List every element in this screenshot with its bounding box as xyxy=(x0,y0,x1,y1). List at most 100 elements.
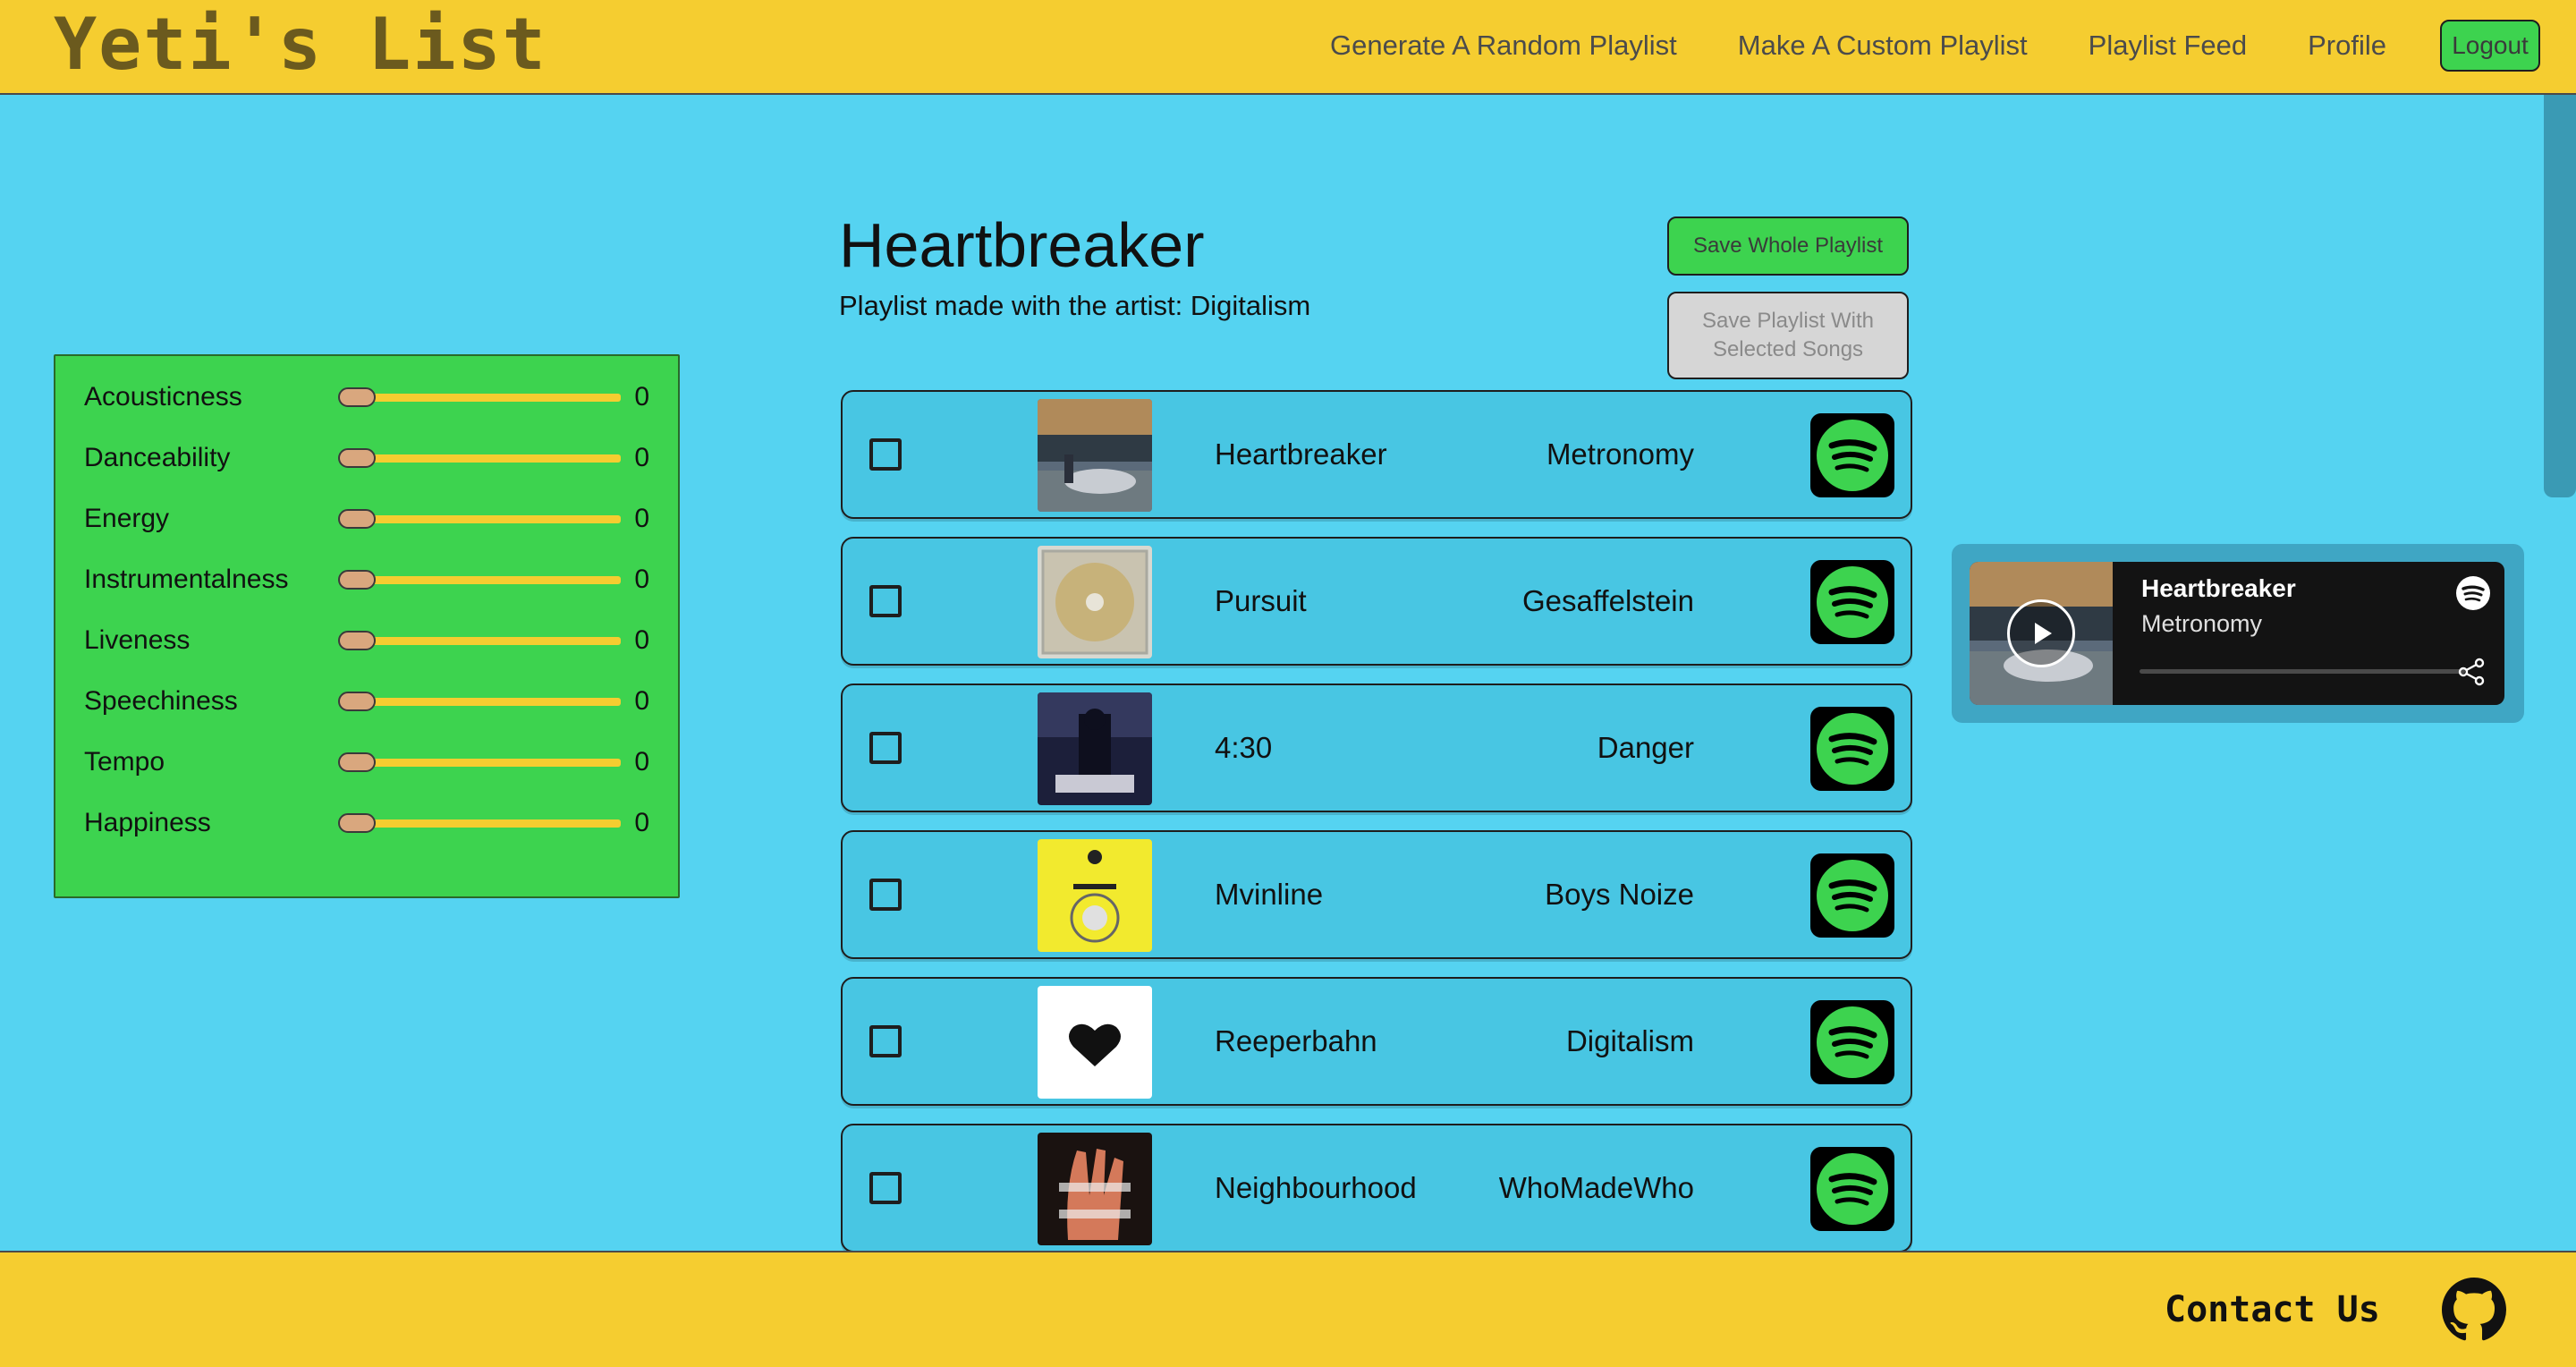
slider-value: 0 xyxy=(634,504,649,533)
song-row: Neighbourhood WhoMadeWho xyxy=(841,1124,1912,1252)
song-title: Neighbourhood xyxy=(1215,1171,1417,1204)
nav-generate-random-playlist[interactable]: Generate A Random Playlist xyxy=(1330,30,1677,62)
slider-label: Speechiness xyxy=(84,686,238,716)
song-row: Reeperbahn Digitalism xyxy=(841,977,1912,1106)
slider-label: Energy xyxy=(84,504,170,533)
footer: Contact Us xyxy=(0,1251,2576,1367)
song-artist: Danger xyxy=(1597,731,1694,764)
slider-label: Happiness xyxy=(84,808,211,837)
song-select-checkbox[interactable] xyxy=(869,879,902,911)
song-select-checkbox[interactable] xyxy=(869,585,902,617)
save-selected-songs-button[interactable]: Save Playlist With Selected Songs xyxy=(1667,292,1909,379)
contact-us-link[interactable]: Contact Us xyxy=(2165,1252,2380,1367)
open-in-spotify-button[interactable] xyxy=(1810,1000,1894,1084)
github-icon[interactable] xyxy=(2442,1278,2506,1342)
spotify-icon xyxy=(1817,420,1888,491)
slider-value: 0 xyxy=(634,382,649,412)
slider-track[interactable] xyxy=(340,637,621,645)
slider-value: 0 xyxy=(634,808,649,837)
slider-thumb[interactable] xyxy=(338,813,376,833)
open-in-spotify-button[interactable] xyxy=(1810,1147,1894,1231)
page-scrollbar[interactable] xyxy=(2544,95,2576,1251)
album-art xyxy=(1038,692,1152,805)
share-icon[interactable] xyxy=(2456,657,2487,687)
album-art xyxy=(1038,839,1152,952)
playlist-title: Heartbreaker xyxy=(839,210,1205,280)
slider-row-acousticness: Acousticness 0 xyxy=(55,379,678,415)
slider-row-danceability: Danceability 0 xyxy=(55,440,678,476)
song-title: Reeperbahn xyxy=(1215,1024,1377,1057)
album-art xyxy=(1038,986,1152,1099)
logout-button[interactable]: Logout xyxy=(2440,20,2540,72)
song-artist: WhoMadeWho xyxy=(1498,1171,1694,1204)
album-art xyxy=(1038,399,1152,512)
song-artist: Gesaffelstein xyxy=(1521,584,1694,617)
song-title: Mvinline xyxy=(1215,878,1324,911)
album-art xyxy=(1038,1133,1152,1245)
spotify-embed-container: Heartbreaker Metronomy xyxy=(1952,544,2524,723)
slider-track[interactable] xyxy=(340,394,621,402)
nav-playlist-feed[interactable]: Playlist Feed xyxy=(2089,30,2247,62)
song-row: Heartbreaker Metronomy xyxy=(841,390,1912,519)
song-select-checkbox[interactable] xyxy=(869,732,902,764)
nav-links: Generate A Random Playlist Make A Custom… xyxy=(1269,0,2540,91)
open-in-spotify-button[interactable] xyxy=(1810,853,1894,938)
spotify-icon xyxy=(1817,860,1888,931)
slider-track[interactable] xyxy=(340,515,621,523)
open-in-spotify-button[interactable] xyxy=(1810,707,1894,791)
spotify-icon xyxy=(1817,1006,1888,1078)
play-button[interactable] xyxy=(2007,599,2075,667)
slider-label: Liveness xyxy=(84,625,191,655)
song-select-checkbox[interactable] xyxy=(869,1025,902,1057)
slider-track[interactable] xyxy=(340,819,621,828)
slider-row-instrumentalness: Instrumentalness 0 xyxy=(55,562,678,598)
nav-make-custom-playlist[interactable]: Make A Custom Playlist xyxy=(1738,30,2028,62)
slider-value: 0 xyxy=(634,686,649,716)
save-whole-playlist-button[interactable]: Save Whole Playlist xyxy=(1667,217,1909,276)
slider-track[interactable] xyxy=(340,759,621,767)
slider-label: Instrumentalness xyxy=(84,565,289,594)
song-artist: Boys Noize xyxy=(1545,878,1694,911)
open-in-spotify-button[interactable] xyxy=(1810,560,1894,644)
player-artist-name[interactable]: Metronomy xyxy=(2141,610,2262,638)
slider-value: 0 xyxy=(634,443,649,472)
open-in-spotify-button[interactable] xyxy=(1810,413,1894,497)
player-song-title[interactable]: Heartbreaker xyxy=(2141,574,2296,603)
slider-row-liveness: Liveness 0 xyxy=(55,623,678,658)
slider-track[interactable] xyxy=(340,698,621,706)
song-select-checkbox[interactable] xyxy=(869,438,902,471)
slider-thumb[interactable] xyxy=(338,692,376,711)
song-title: 4:30 xyxy=(1215,731,1273,764)
slider-row-speechiness: Speechiness 0 xyxy=(55,684,678,719)
playlist-subtitle: Playlist made with the artist: Digitalis… xyxy=(839,290,1311,321)
slider-row-tempo: Tempo 0 xyxy=(55,744,678,780)
song-row: 4:30 Danger xyxy=(841,684,1912,812)
site-logo[interactable]: Yeti's List xyxy=(54,0,547,89)
song-row: Mvinline Boys Noize xyxy=(841,830,1912,959)
nav-profile[interactable]: Profile xyxy=(2308,30,2386,62)
slider-thumb[interactable] xyxy=(338,631,376,650)
slider-label: Acousticness xyxy=(84,382,242,412)
album-art xyxy=(1038,546,1152,658)
slider-value: 0 xyxy=(634,625,649,655)
slider-thumb[interactable] xyxy=(338,448,376,468)
spotify-icon xyxy=(1817,566,1888,638)
audio-features-panel: Acousticness 0 Danceability 0 Energy 0 I… xyxy=(54,354,680,898)
player-album-art xyxy=(1970,562,2113,705)
scrollbar-thumb[interactable] xyxy=(2544,95,2576,497)
spotify-logo-icon[interactable] xyxy=(2456,576,2490,610)
slider-label: Tempo xyxy=(84,747,165,777)
song-select-checkbox[interactable] xyxy=(869,1172,902,1204)
slider-thumb[interactable] xyxy=(338,570,376,590)
player-progress-bar[interactable] xyxy=(2140,669,2465,674)
top-navbar: Yeti's List Generate A Random Playlist M… xyxy=(0,0,2576,95)
song-row: Pursuit Gesaffelstein xyxy=(841,537,1912,666)
slider-track[interactable] xyxy=(340,454,621,463)
song-artist: Metronomy xyxy=(1546,437,1694,471)
slider-value: 0 xyxy=(634,747,649,777)
slider-thumb[interactable] xyxy=(338,509,376,529)
slider-thumb[interactable] xyxy=(338,752,376,772)
slider-thumb[interactable] xyxy=(338,387,376,407)
slider-label: Danceability xyxy=(84,443,231,472)
slider-track[interactable] xyxy=(340,576,621,584)
